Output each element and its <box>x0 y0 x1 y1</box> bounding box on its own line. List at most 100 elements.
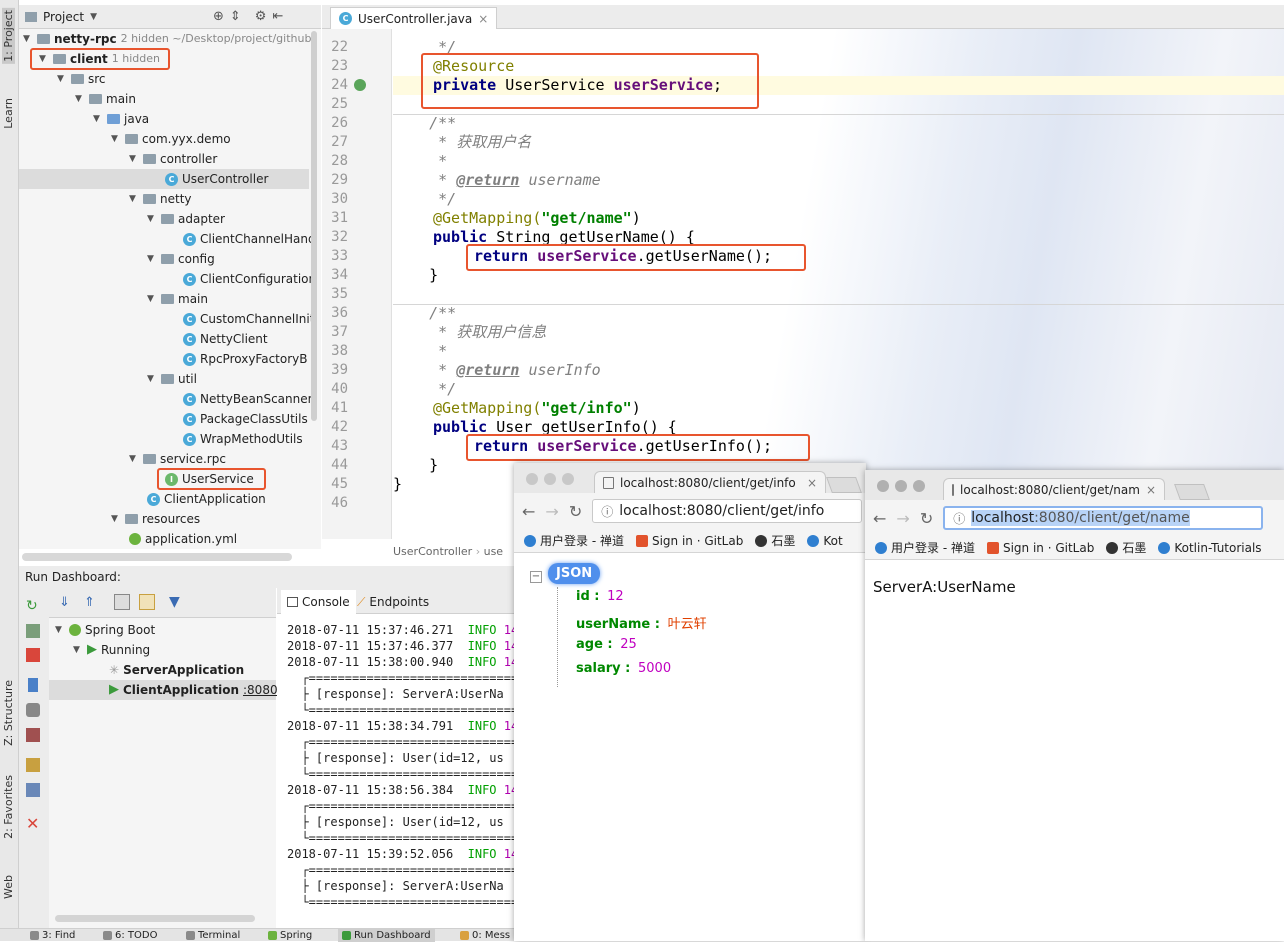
address-bar[interactable]: ⓘ localhost:8080/client/get/name <box>943 506 1264 530</box>
tree-item-netty[interactable]: ▼ netty <box>129 189 192 209</box>
close-icon[interactable]: ✕ <box>26 814 40 833</box>
new-tab-button[interactable] <box>1174 484 1210 500</box>
exit-icon[interactable] <box>26 728 40 742</box>
expand-arrow-icon[interactable]: ▼ <box>129 189 139 209</box>
bookmark-kotlin[interactable]: Kotlin-Tutorials <box>1158 541 1262 555</box>
editor-tab-usercontroller[interactable]: C UserController.java × <box>330 7 498 29</box>
expand-arrow-icon[interactable]: ▼ <box>111 129 121 149</box>
tree-item-clientconfiguration[interactable]: C ClientConfiguration <box>183 269 316 289</box>
camera-icon[interactable] <box>26 703 40 717</box>
minimize-window-button[interactable] <box>895 480 907 492</box>
tool-spring[interactable]: Spring <box>268 929 312 942</box>
expand-arrow-icon[interactable]: ▼ <box>111 509 121 529</box>
run-tree-item-running[interactable]: ▼ ▶ Running <box>73 640 150 660</box>
breadcrumb-item[interactable]: UserController <box>393 545 472 558</box>
browser-tab-info[interactable]: localhost:8080/client/get/info × <box>594 471 826 493</box>
filter-icon[interactable]: ▼ <box>169 594 180 610</box>
group-by-type-icon[interactable] <box>114 594 130 610</box>
rerun-icon[interactable]: ↻ <box>26 598 40 614</box>
run-tree-scrollbar[interactable] <box>55 915 255 922</box>
expand-arrow-icon[interactable]: ▼ <box>73 640 83 660</box>
tree-item-main-package[interactable]: ▼ main <box>147 289 208 309</box>
project-panel-title[interactable]: Project <box>43 10 84 24</box>
json-collapse-toggle[interactable]: − <box>530 571 542 583</box>
tool-run-dashboard[interactable]: Run Dashboard <box>338 929 435 942</box>
tree-item-rpcproxyfactory[interactable]: C RpcProxyFactoryB <box>183 349 308 369</box>
reload-icon[interactable]: ↻ <box>569 502 582 521</box>
stop-icon[interactable] <box>26 648 40 662</box>
tree-item-nettyclient[interactable]: C NettyClient <box>183 329 268 349</box>
project-tool-tab[interactable]: 1: Project <box>2 8 15 64</box>
console-output[interactable]: 2018-07-11 15:37:46.271 INFO 14 2018-07-… <box>277 614 517 928</box>
expand-arrow-icon[interactable]: ▼ <box>93 109 103 129</box>
bookmark-zentao[interactable]: 用户登录 - 禅道 <box>875 539 975 556</box>
gear-icon[interactable]: ⚙ <box>255 9 267 24</box>
bean-injection-icon[interactable] <box>354 79 366 91</box>
tree-item-controller[interactable]: ▼ controller <box>129 149 217 169</box>
locate-icon[interactable]: ⊕ <box>213 9 224 24</box>
tree-item-clientchannelhandler[interactable]: C ClientChannelHand <box>183 229 316 249</box>
close-window-button[interactable] <box>877 480 889 492</box>
back-arrow-icon[interactable]: ← <box>522 502 535 521</box>
bookmark-kotlin[interactable]: Kot <box>807 534 843 548</box>
collapse-all-icon[interactable]: ⇕ <box>230 9 241 24</box>
bookmark-shimo[interactable]: 石墨 <box>755 532 795 549</box>
expand-arrow-icon[interactable]: ▼ <box>75 89 85 109</box>
tree-item-adapter[interactable]: ▼ adapter <box>147 209 225 229</box>
web-tool-tab[interactable]: Web <box>2 875 15 899</box>
hide-panel-icon[interactable]: ⇤ <box>272 9 283 24</box>
tree-item-wrapmethodutils[interactable]: C WrapMethodUtils <box>183 429 303 449</box>
maximize-window-button[interactable] <box>913 480 925 492</box>
chevron-down-icon[interactable]: ▼ <box>90 12 97 22</box>
tree-item-customchannelinit[interactable]: C CustomChannelInit <box>183 309 314 329</box>
expand-arrow-icon[interactable]: ▼ <box>129 449 139 469</box>
maximize-window-button[interactable] <box>562 473 574 485</box>
close-tab-icon[interactable]: × <box>1146 483 1156 497</box>
reload-icon[interactable]: ↻ <box>920 509 933 528</box>
tool-messages[interactable]: 0: Mess <box>460 929 510 942</box>
expand-arrow-icon[interactable]: ▼ <box>147 289 157 309</box>
tree-vertical-scrollbar[interactable] <box>311 31 317 421</box>
pause-icon[interactable] <box>28 678 38 692</box>
expand-arrow-icon[interactable]: ▼ <box>129 149 139 169</box>
port-link[interactable]: :8080/ <box>243 680 282 700</box>
expand-arrow-icon[interactable]: ▼ <box>147 249 157 269</box>
tree-horizontal-scrollbar[interactable] <box>22 553 292 561</box>
layout-icon[interactable] <box>26 758 40 772</box>
tool-todo[interactable]: 6: TODO <box>103 929 157 942</box>
tree-item-main[interactable]: ▼ main <box>75 89 136 109</box>
tree-item-clientapplication[interactable]: C ClientApplication <box>147 489 266 509</box>
structure-tool-tab[interactable]: Z: Structure <box>2 680 15 746</box>
tree-item-config[interactable]: ▼ config <box>147 249 215 269</box>
tree-item-netty-rpc[interactable]: ▼ netty-rpc 2 hidden ~/Desktop/project/git… <box>23 29 311 49</box>
tree-item-resources[interactable]: ▼ resources <box>111 509 200 529</box>
new-tab-button[interactable] <box>826 477 862 493</box>
collapse-all-icon[interactable]: ⇑ <box>84 595 95 610</box>
tool-terminal[interactable]: Terminal <box>186 929 240 942</box>
expand-arrow-icon[interactable]: ▼ <box>147 209 157 229</box>
close-window-button[interactable] <box>526 473 538 485</box>
tree-item-packageclassutils[interactable]: C PackageClassUtils <box>183 409 308 429</box>
tree-item-src[interactable]: ▼ src <box>57 69 106 89</box>
bookmark-shimo[interactable]: 石墨 <box>1106 539 1146 556</box>
tree-item-application-yml[interactable]: application.yml <box>129 529 237 549</box>
tree-item-java[interactable]: ▼ java <box>93 109 149 129</box>
tab-endpoints[interactable]: ⟋ Endpoints <box>351 590 435 614</box>
bookmark-gitlab[interactable]: Sign in · GitLab <box>986 541 1094 555</box>
bookmark-zentao[interactable]: 用户登录 - 禅道 <box>524 532 624 549</box>
bookmark-gitlab[interactable]: Sign in · GitLab <box>635 534 743 548</box>
address-bar[interactable]: ⓘ localhost:8080/client/get/info <box>592 499 863 523</box>
tree-item-service-rpc[interactable]: ▼ service.rpc <box>129 449 226 469</box>
expand-arrow-icon[interactable]: ▼ <box>55 620 65 640</box>
tab-console[interactable]: Console <box>281 590 356 614</box>
tool-find[interactable]: 3: Find <box>30 929 75 942</box>
expand-all-icon[interactable]: ⇓ <box>59 595 70 610</box>
browser-tab-name[interactable]: localhost:8080/client/get/nam × <box>943 478 1165 500</box>
run-config-icon[interactable] <box>26 624 40 638</box>
back-arrow-icon[interactable]: ← <box>873 509 886 528</box>
minimize-window-button[interactable] <box>544 473 556 485</box>
tree-item-package[interactable]: ▼ com.yyx.demo <box>111 129 231 149</box>
forward-arrow-icon[interactable]: → <box>545 502 558 521</box>
close-icon[interactable]: × <box>478 12 488 26</box>
tree-item-nettybeanscanner[interactable]: C NettyBeanScanner <box>183 389 313 409</box>
